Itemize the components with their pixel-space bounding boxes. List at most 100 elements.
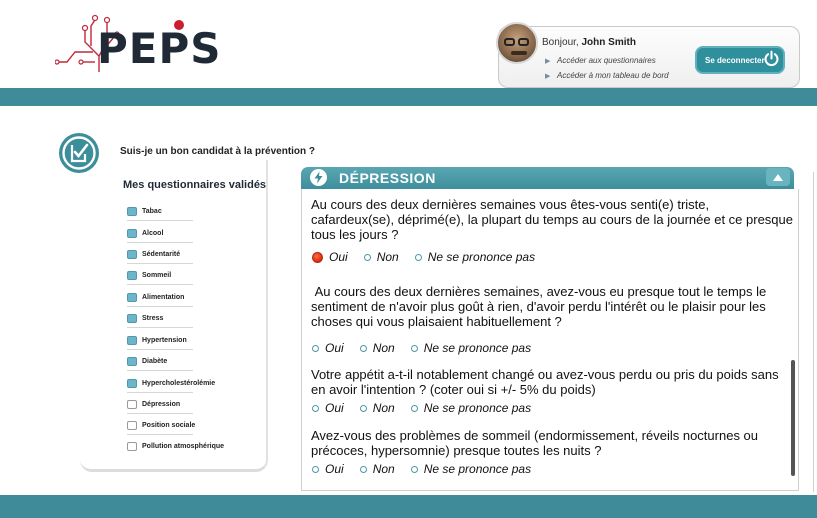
- option-label: Oui: [325, 401, 344, 415]
- divider: [127, 263, 193, 264]
- checked-box-icon: [127, 206, 137, 216]
- questionnaire-item[interactable]: Alimentation: [127, 291, 184, 303]
- page-root: PEPS Bonjour, John Smith Accéder aux que…: [0, 0, 817, 518]
- questionnaire-item[interactable]: Dépression: [127, 398, 180, 410]
- questionnaire-label: Hypercholestérolémie: [142, 379, 216, 387]
- option-label: Ne se prononce pas: [423, 341, 532, 355]
- radio-icon: [410, 404, 418, 412]
- option-label: Oui: [329, 250, 348, 264]
- divider: [127, 306, 193, 307]
- option-oui[interactable]: Oui: [312, 250, 348, 264]
- questionnaire-label: Dépression: [142, 400, 181, 408]
- home-icon[interactable]: [63, 3, 73, 14]
- question-text: Au cours des deux dernières semaines, av…: [311, 284, 770, 329]
- question-text: Avez-vous des problèmes de sommeil (endo…: [311, 428, 759, 458]
- radio-icon: [312, 404, 319, 412]
- option-label: Ne se prononce pas: [423, 401, 532, 415]
- questionnaire-label: Stress: [142, 314, 164, 322]
- right-panel-edge: [813, 172, 817, 492]
- unchecked-box-icon: [127, 420, 137, 430]
- nav-demarche-qualite[interactable]: Notre démarche qualité: [313, 0, 402, 18]
- questionnaire-item[interactable]: Pollution atmosphérique: [127, 440, 224, 452]
- questionnaire-label: Position sociale: [142, 421, 196, 429]
- option-label: Oui: [325, 341, 344, 355]
- questionnaire-item[interactable]: Position sociale: [127, 419, 195, 431]
- option-oui[interactable]: Oui: [312, 401, 344, 415]
- user-name: John Smith: [581, 37, 636, 48]
- questionnaire-item[interactable]: Hypertension: [127, 334, 187, 346]
- checked-box-icon: [127, 335, 137, 345]
- chevron-up-icon: [773, 173, 783, 181]
- checked-box-icon: [127, 270, 137, 280]
- unchecked-box-icon: [127, 399, 137, 409]
- greeting: Bonjour, John Smith: [542, 37, 636, 48]
- unchecked-box-icon: [127, 441, 137, 451]
- radio-icon: [414, 253, 422, 261]
- radio-icon: [312, 344, 319, 352]
- questionnaire-item[interactable]: Stress: [127, 312, 163, 324]
- answer-group: Oui Non Ne se prononce pas: [312, 340, 547, 356]
- checked-box-icon: [127, 313, 137, 323]
- divider: [127, 392, 193, 393]
- user-avatar: [496, 22, 538, 64]
- lightning-icon: [310, 169, 327, 186]
- collapse-button[interactable]: [766, 168, 790, 186]
- question-text: Au cours des deux dernières semaines vou…: [311, 197, 793, 242]
- questionnaire-item[interactable]: Diabète: [127, 355, 167, 367]
- radio-icon: [410, 465, 418, 473]
- checked-box-icon: [127, 378, 137, 388]
- radio-icon: [363, 253, 371, 261]
- option-ne-se-prononce-pas[interactable]: Ne se prononce pas: [414, 250, 536, 264]
- panel-title: Mes questionnaires validés: [123, 179, 267, 191]
- questionnaire-item[interactable]: Tabac: [127, 205, 162, 217]
- questionnaire-item[interactable]: Hypercholestérolémie: [127, 377, 215, 389]
- option-non[interactable]: Non: [359, 401, 395, 415]
- option-label: Ne se prononce pas: [427, 250, 536, 264]
- section-title: DÉPRESSION: [339, 170, 436, 186]
- option-label: Oui: [325, 462, 344, 476]
- option-label: Non: [372, 462, 395, 476]
- greeting-text: Bonjour,: [542, 37, 582, 48]
- option-label: Non: [376, 250, 399, 264]
- radio-icon: [359, 344, 367, 352]
- logout-label: Se deconnecter: [705, 55, 765, 65]
- questionnaire-label: Diabète: [142, 357, 168, 365]
- option-ne-se-prononce-pas[interactable]: Ne se prononce pas: [410, 341, 532, 355]
- divider: [127, 370, 193, 371]
- nav-faq[interactable]: FAQ: [157, 0, 173, 18]
- nav-avis-utilisateurs[interactable]: Avis utilisateurs: [209, 0, 271, 18]
- radio-icon: [359, 404, 367, 412]
- option-non[interactable]: Non: [359, 341, 395, 355]
- option-ne-se-prononce-pas[interactable]: Ne se prononce pas: [410, 462, 532, 476]
- link-dashboard[interactable]: Accéder à mon tableau de bord: [545, 71, 669, 80]
- questionnaire-item[interactable]: Alcool: [127, 227, 163, 239]
- questionnaire-label: Sédentarité: [142, 250, 181, 258]
- link-questionnaires[interactable]: Accéder aux questionnaires: [545, 56, 656, 65]
- radio-selected-icon: [312, 251, 323, 263]
- questionnaire-item[interactable]: Sommeil: [127, 269, 171, 281]
- divider: [127, 242, 193, 243]
- questionnaire-label: Sommeil: [142, 271, 172, 279]
- radio-icon: [312, 465, 319, 473]
- checked-box-icon: [127, 249, 137, 259]
- radio-icon: [410, 344, 418, 352]
- option-oui[interactable]: Oui: [312, 341, 344, 355]
- option-non[interactable]: Non: [363, 250, 399, 264]
- nav-accueil[interactable]: Accueil: [91, 0, 119, 18]
- option-label: Ne se prononce pas: [423, 462, 532, 476]
- questionnaire-item[interactable]: Sédentarité: [127, 248, 180, 260]
- nav-contact[interactable]: Contact: [764, 0, 794, 18]
- questionnaire-label: Alcool: [142, 229, 164, 237]
- nav-qui-sommes-nous[interactable]: Qui sommes-nous ?: [444, 0, 521, 18]
- questionnaire-label: Pollution atmosphérique: [142, 442, 225, 450]
- option-ne-se-prononce-pas[interactable]: Ne se prononce pas: [410, 401, 532, 415]
- divider: [127, 220, 193, 221]
- option-non[interactable]: Non: [359, 462, 395, 476]
- logo-text: PEPS: [97, 24, 222, 73]
- peps-logo[interactable]: PEPS: [54, 12, 221, 76]
- checked-box-icon: [127, 292, 137, 302]
- checked-box-icon: [127, 228, 137, 238]
- answer-group: Oui Non Ne se prononce pas: [312, 249, 551, 265]
- option-oui[interactable]: Oui: [312, 462, 344, 476]
- option-label: Non: [372, 341, 395, 355]
